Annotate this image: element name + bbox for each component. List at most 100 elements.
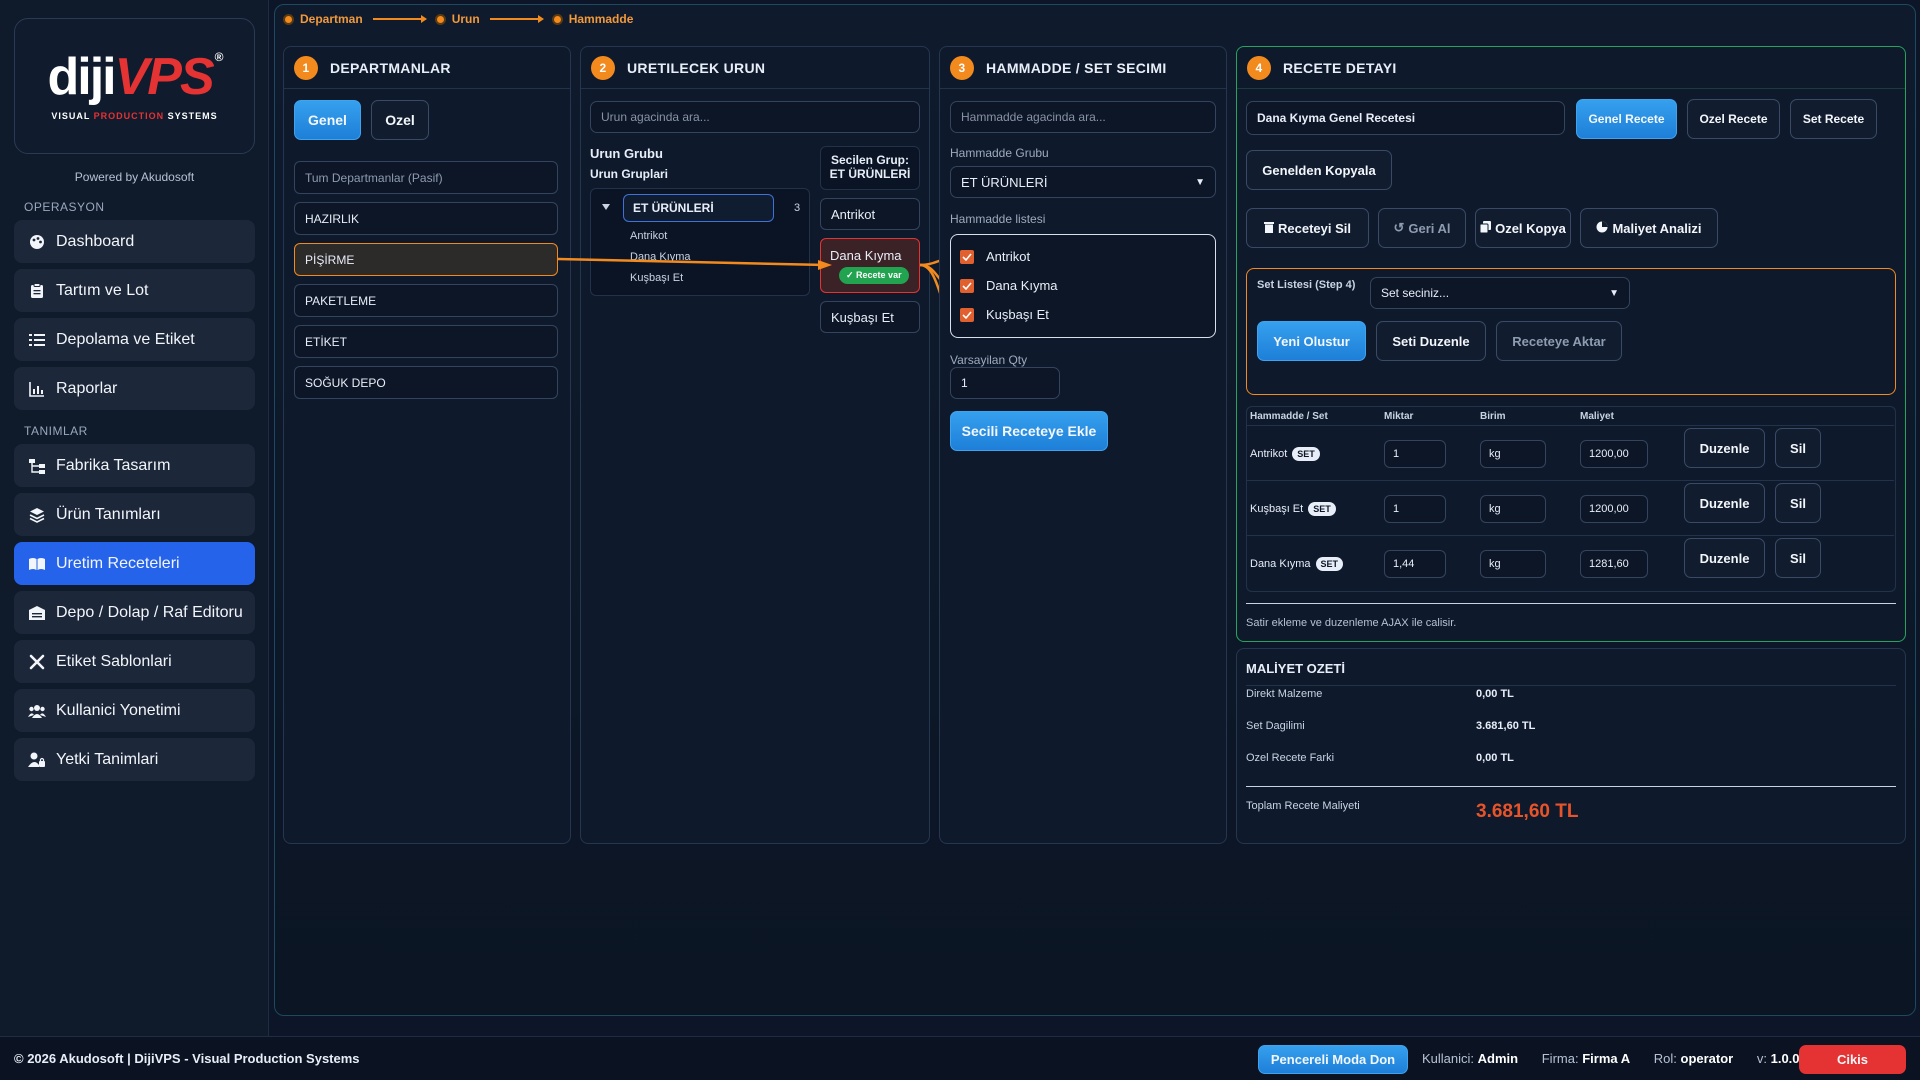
material-name: Antrikot xyxy=(1250,448,1288,460)
material-name: Kuşbaşı Et xyxy=(1250,503,1304,515)
cost-input[interactable]: 1281,60 xyxy=(1580,550,1648,578)
row-material-name: Kuşbaşı Et SET xyxy=(1250,502,1336,516)
cost-label-special: Ozel Recete Farki xyxy=(1246,752,1335,764)
cost-value-direct: 0,00 TL xyxy=(1476,688,1514,700)
firm-label: Firma: xyxy=(1541,1051,1579,1066)
edit-row-button[interactable]: Duzenle xyxy=(1684,428,1765,468)
role-label: Rol: xyxy=(1653,1051,1677,1066)
button-label: Receteyi Sil xyxy=(1278,220,1351,236)
material-name: Dana Kıyma xyxy=(1250,558,1311,570)
edit-set-button[interactable]: Seti Duzenle xyxy=(1376,321,1486,361)
copy-icon xyxy=(1479,220,1492,236)
set-badge: SET xyxy=(1308,502,1336,516)
row-material-name: Antrikot SET xyxy=(1250,447,1320,461)
recipe-name-input[interactable] xyxy=(1246,101,1565,135)
button-label: Ozel Kopya xyxy=(1495,220,1566,236)
chevron-down-icon: ▼ xyxy=(1609,287,1619,299)
cost-label-direct: Direkt Malzeme xyxy=(1246,688,1323,700)
set-select[interactable]: Set seciniz... ▼ xyxy=(1370,277,1630,309)
column-header-unit: Birim xyxy=(1480,411,1506,422)
panel-title: HAMMADDE / SET SECIMI xyxy=(986,59,1167,76)
undo-button[interactable]: ↺ Geri Al xyxy=(1378,208,1466,248)
special-copy-button[interactable]: Ozel Kopya xyxy=(1475,208,1571,248)
checkbox-checked-icon[interactable] xyxy=(960,249,974,264)
unit-input[interactable]: kg xyxy=(1480,495,1546,523)
qty-input[interactable]: 1 xyxy=(1384,440,1446,468)
role-value: operator xyxy=(1680,1051,1734,1066)
row-material-name: Dana Kıyma SET xyxy=(1250,557,1344,571)
genel-recete-button[interactable]: Genel Recete xyxy=(1576,99,1677,139)
material-option-label: Antrikot xyxy=(986,249,1031,264)
column-header-cost: Maliyet xyxy=(1580,411,1614,422)
transfer-to-recipe-button[interactable]: Receteye Aktar xyxy=(1496,321,1622,361)
material-option-label: Kuşbaşı Et xyxy=(986,307,1049,322)
qty-input[interactable]: 1 xyxy=(1384,495,1446,523)
new-set-button[interactable]: Yeni Olustur xyxy=(1257,321,1366,361)
divider xyxy=(1246,603,1896,604)
copyright: © 2026 Akudosoft | DijiVPS - Visual Prod… xyxy=(14,1051,360,1066)
version-label: v: xyxy=(1756,1051,1767,1066)
material-option-kusbasi-et[interactable]: Kuşbaşı Et xyxy=(960,307,1049,322)
default-qty-label: Varsayilan Qty xyxy=(950,353,1028,367)
set-list-label: Set Listesi (Step 4) xyxy=(1257,279,1356,291)
version-value: 1.0.0 xyxy=(1770,1051,1800,1066)
cost-label-set: Set Dagilimi xyxy=(1246,720,1305,732)
material-list: Antrikot Dana Kıyma Kuşbaşı Et xyxy=(950,234,1216,338)
window-mode-button[interactable]: Pencereli Moda Don xyxy=(1258,1045,1408,1074)
checkbox-checked-icon[interactable] xyxy=(960,278,974,293)
set-select-value: Set seciniz... xyxy=(1381,286,1450,300)
user-info: Kullanici: Admin Firma: Firma A Rol: ope… xyxy=(1422,1051,1800,1066)
checkbox-checked-icon[interactable] xyxy=(960,307,974,322)
button-label: Geri Al xyxy=(1408,220,1451,236)
delete-row-button[interactable]: Sil xyxy=(1775,538,1821,578)
chevron-down-icon: ▼ xyxy=(1195,176,1205,188)
footer: © 2026 Akudosoft | DijiVPS - Visual Prod… xyxy=(0,1036,1920,1080)
edit-row-button[interactable]: Duzenle xyxy=(1684,538,1765,578)
set-badge: SET xyxy=(1315,557,1344,571)
panel-title: RECETE DETAYI xyxy=(1283,59,1397,76)
cost-analysis-button[interactable]: Maliyet Analizi xyxy=(1580,208,1718,248)
cost-input[interactable]: 1200,00 xyxy=(1580,440,1648,468)
cost-input[interactable]: 1200,00 xyxy=(1580,495,1648,523)
add-to-recipe-button[interactable]: Secili Receteye Ekle xyxy=(950,411,1108,451)
trash-icon xyxy=(1264,221,1274,236)
total-cost-value: 3.681,60 TL xyxy=(1476,801,1579,822)
material-search-input[interactable] xyxy=(950,101,1216,133)
ajax-note: Satir ekleme ve duzenleme AJAX ile calis… xyxy=(1246,617,1457,629)
set-recete-button[interactable]: Set Recete xyxy=(1790,99,1877,139)
edit-row-button[interactable]: Duzenle xyxy=(1684,483,1765,523)
unit-input[interactable]: kg xyxy=(1480,440,1546,468)
material-group-value: ET ÜRÜNLERİ xyxy=(961,174,1048,190)
step-number: 4 xyxy=(1247,55,1271,80)
cost-value-special: 0,00 TL xyxy=(1476,752,1514,764)
divider xyxy=(1246,786,1896,787)
delete-row-button[interactable]: Sil xyxy=(1775,428,1821,468)
step-number: 3 xyxy=(950,55,974,80)
material-option-label: Dana Kıyma xyxy=(986,278,1058,293)
material-option-antrikot[interactable]: Antrikot xyxy=(960,249,1030,264)
qty-input[interactable]: 1,44 xyxy=(1384,550,1446,578)
delete-row-button[interactable]: Sil xyxy=(1775,483,1821,523)
user-value: Admin xyxy=(1477,1051,1519,1066)
button-label: Maliyet Analizi xyxy=(1612,220,1702,236)
set-badge: SET xyxy=(1292,447,1320,461)
user-label: Kullanici: xyxy=(1422,1051,1475,1066)
cost-value-set: 3.681,60 TL xyxy=(1476,720,1536,732)
default-qty-input[interactable] xyxy=(950,367,1060,399)
pie-chart-icon xyxy=(1596,221,1608,236)
column-header-material: Hammadde / Set xyxy=(1250,411,1328,422)
cost-summary-title: MALİYET OZETİ xyxy=(1246,652,1896,686)
material-option-dana-kiyma[interactable]: Dana Kıyma xyxy=(960,278,1058,293)
material-group-label: Hammadde Grubu xyxy=(950,146,1049,160)
undo-icon: ↺ xyxy=(1393,220,1405,235)
total-cost-label: Toplam Recete Maliyeti xyxy=(1246,800,1360,812)
material-group-select[interactable]: ET ÜRÜNLERİ ▼ xyxy=(950,166,1216,198)
logout-button[interactable]: Cikis xyxy=(1799,1045,1906,1074)
delete-recipe-button[interactable]: Receteyi Sil xyxy=(1246,208,1369,248)
material-list-label: Hammadde listesi xyxy=(950,212,1046,226)
copy-from-general-button[interactable]: Genelden Kopyala xyxy=(1246,150,1392,190)
unit-input[interactable]: kg xyxy=(1480,550,1546,578)
ozel-recete-button[interactable]: Ozel Recete xyxy=(1687,99,1780,139)
column-header-qty: Miktar xyxy=(1384,411,1414,422)
firm-value: Firma A xyxy=(1582,1051,1631,1066)
